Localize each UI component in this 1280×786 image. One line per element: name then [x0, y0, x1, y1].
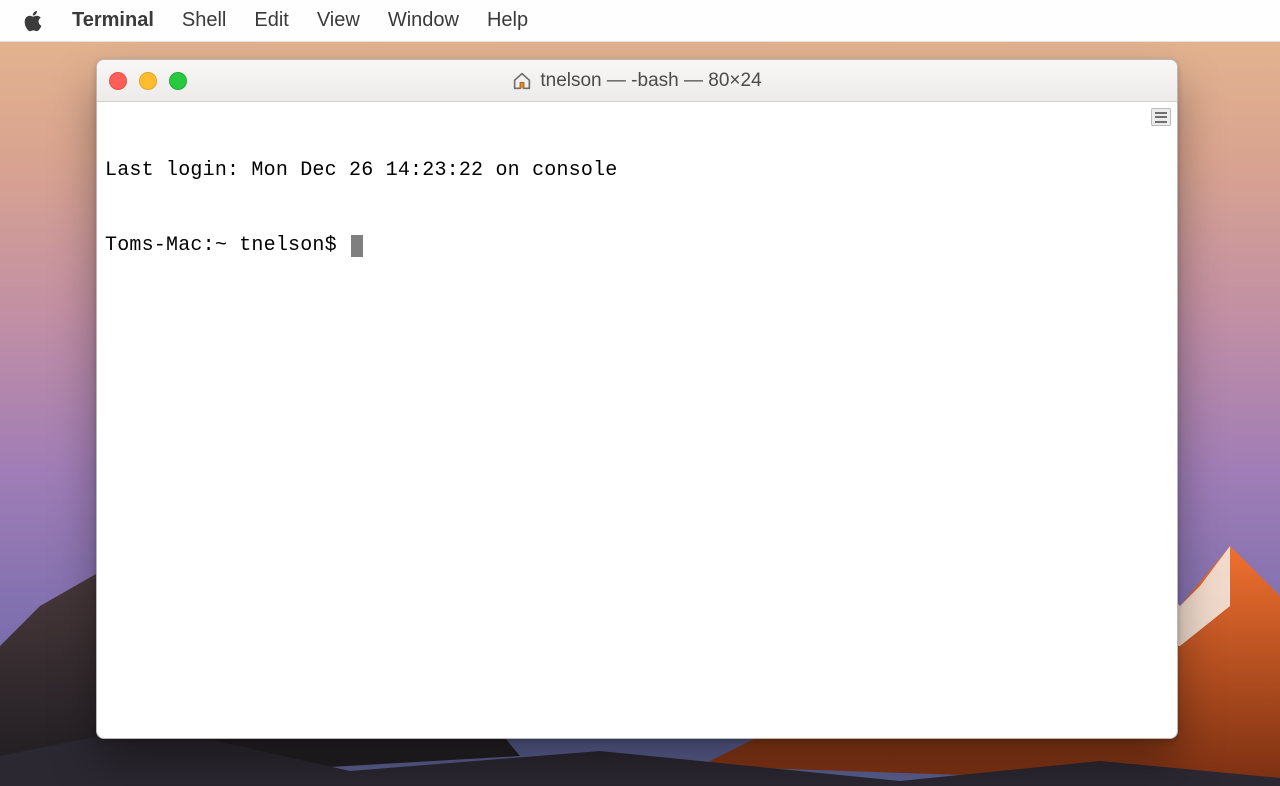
terminal-window[interactable]: tnelson — -bash — 80×24 Last login: Mon … — [96, 59, 1178, 739]
terminal-prompt-line[interactable]: Toms-Mac:~ tnelson$ — [105, 233, 1169, 258]
terminal-prompt-text: Toms-Mac:~ tnelson$ — [105, 233, 349, 258]
terminal-line-last-login: Last login: Mon Dec 26 14:23:22 on conso… — [105, 158, 1169, 183]
apple-logo-icon[interactable] — [22, 9, 44, 33]
terminal-viewport[interactable]: Last login: Mon Dec 26 14:23:22 on conso… — [97, 102, 1177, 738]
home-folder-icon — [512, 72, 532, 90]
minimize-button[interactable] — [139, 72, 157, 90]
menu-help[interactable]: Help — [487, 9, 528, 32]
menu-edit[interactable]: Edit — [254, 9, 288, 32]
window-title: tnelson — -bash — 80×24 — [97, 70, 1177, 92]
menu-bar[interactable]: Terminal Shell Edit View Window Help — [0, 0, 1280, 42]
menu-shell[interactable]: Shell — [182, 9, 226, 32]
scroll-indicator-icon[interactable] — [1151, 108, 1171, 126]
menu-view[interactable]: View — [317, 9, 360, 32]
zoom-button[interactable] — [169, 72, 187, 90]
window-title-text: tnelson — -bash — 80×24 — [540, 70, 761, 92]
window-titlebar[interactable]: tnelson — -bash — 80×24 — [97, 60, 1177, 102]
menubar-app-name[interactable]: Terminal — [72, 9, 154, 32]
traffic-lights — [109, 72, 187, 90]
menu-window[interactable]: Window — [388, 9, 459, 32]
close-button[interactable] — [109, 72, 127, 90]
window-body: Last login: Mon Dec 26 14:23:22 on conso… — [97, 102, 1177, 738]
terminal-cursor — [351, 235, 363, 257]
